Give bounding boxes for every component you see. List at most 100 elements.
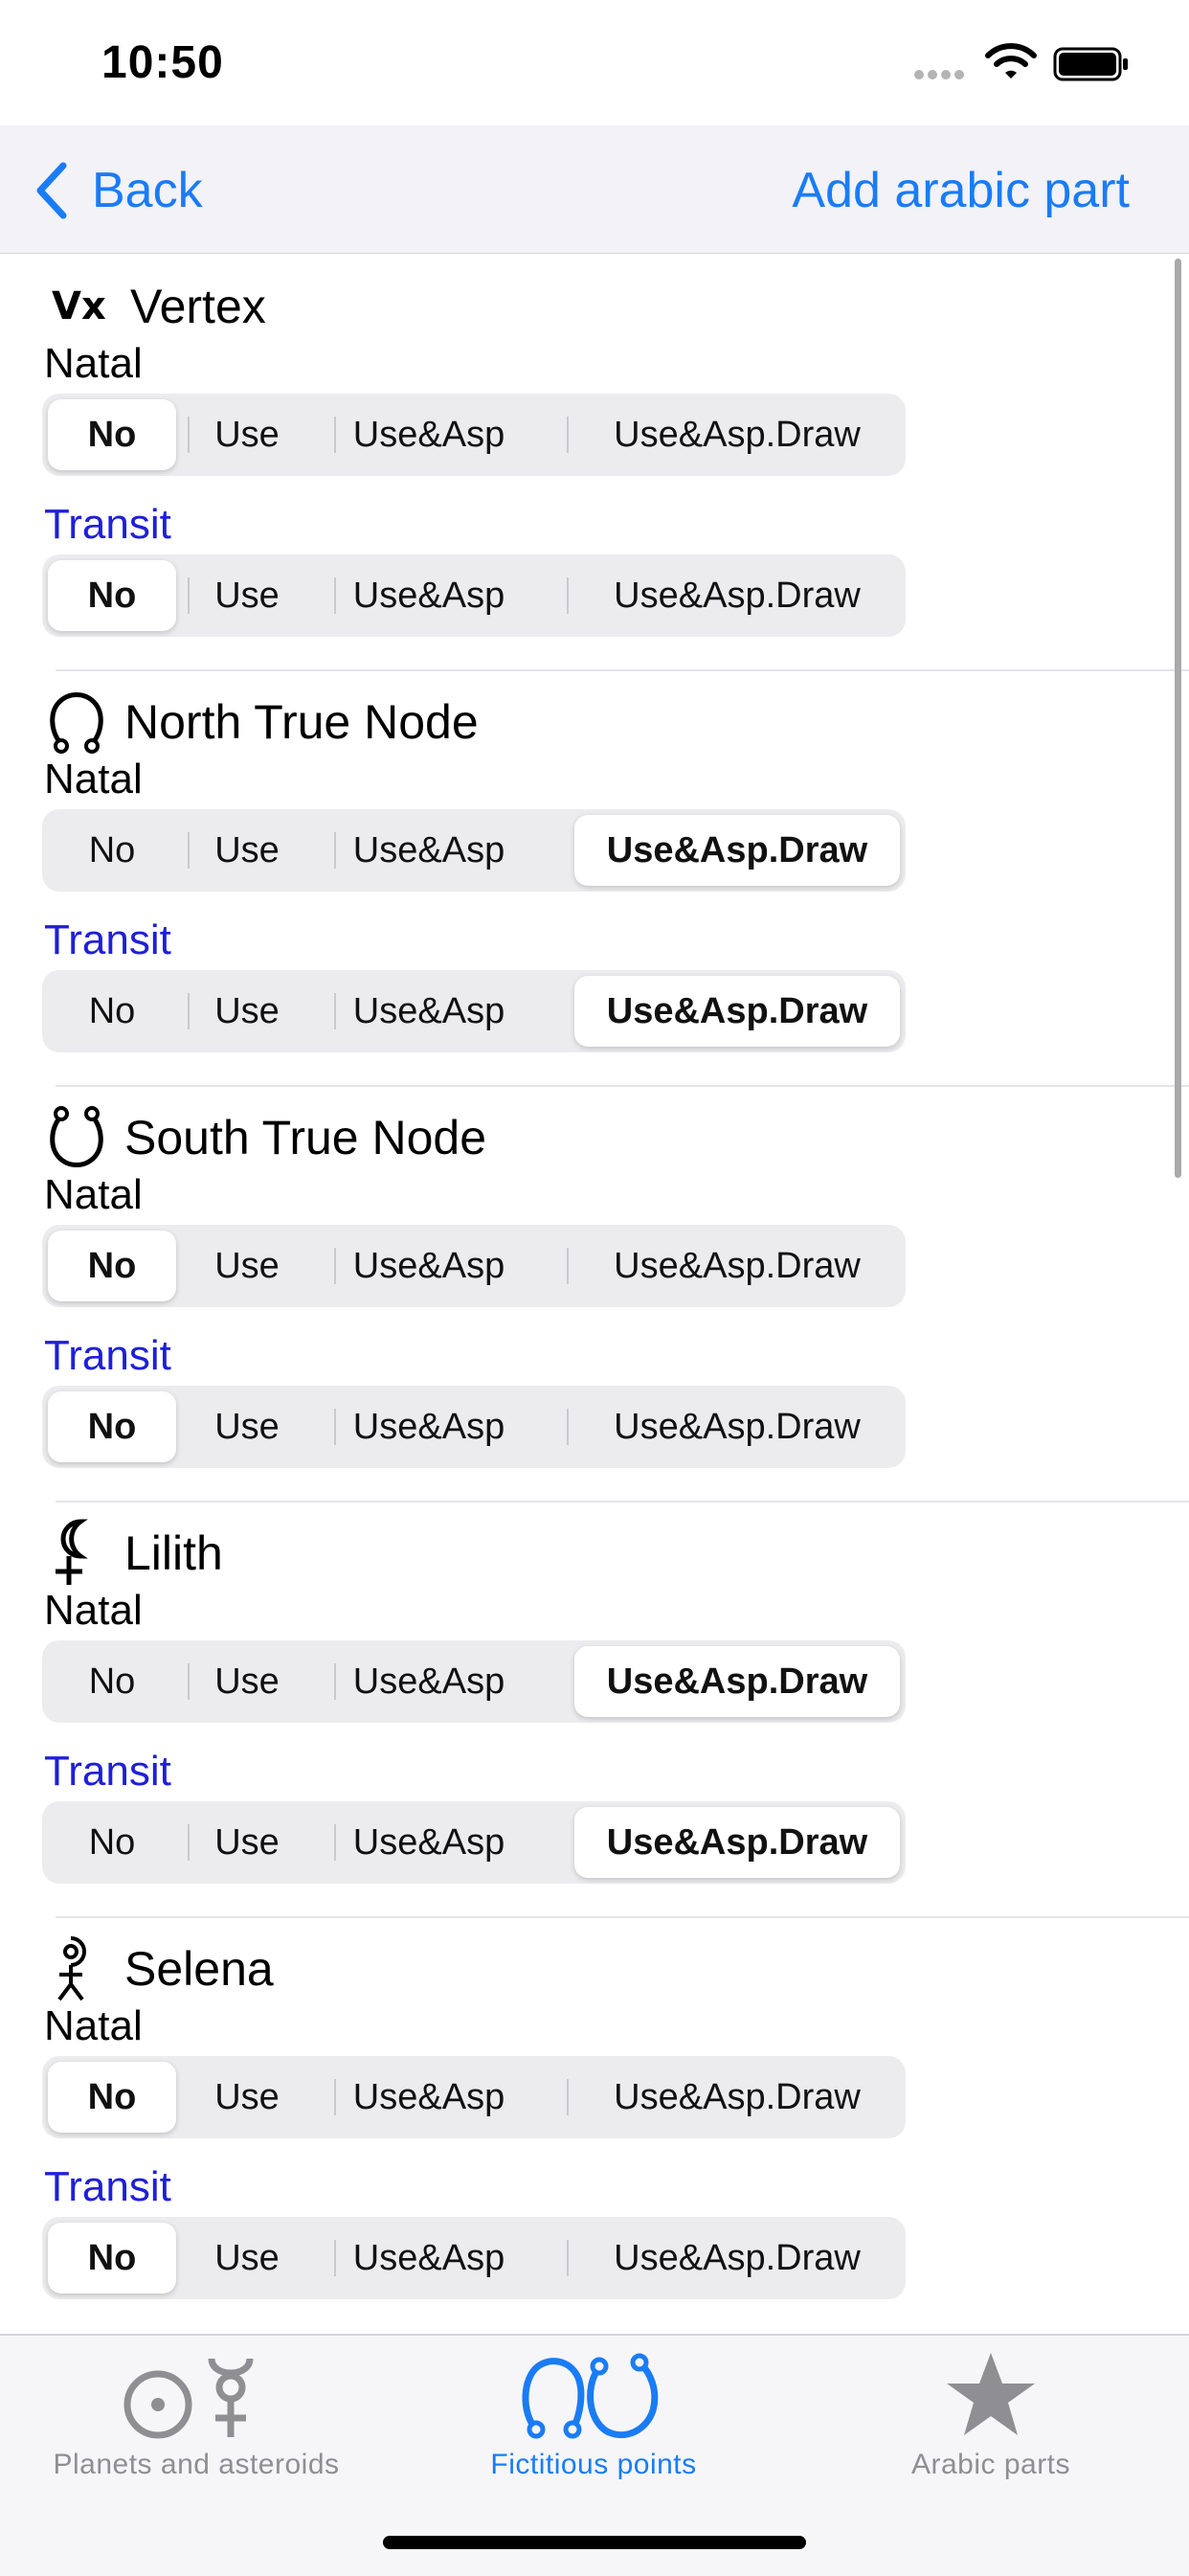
option-use-asp-draw[interactable]: Use&Asp.Draw (574, 560, 900, 631)
option-use[interactable]: Use (180, 815, 314, 886)
option-use-asp[interactable]: Use&Asp (318, 1807, 540, 1878)
item-header: South True Node (46, 1104, 486, 1171)
segment-divider (567, 577, 569, 614)
transit-segmented-control[interactable]: No Use Use&Asp Use&Asp.Draw (42, 2217, 906, 2299)
natal-label: Natal (44, 2002, 143, 2049)
scrollbar[interactable] (1175, 259, 1181, 1178)
status-bar: 10:50 (0, 0, 1189, 125)
natal-segmented-control[interactable]: No Use Use&Asp Use&Asp.Draw (42, 394, 906, 476)
signal-icon (914, 67, 968, 84)
transit-segmented-control[interactable]: No Use Use&Asp Use&Asp.Draw (42, 970, 906, 1052)
list-item-north-true-node: North True Node Natal No Use Use&Asp Use… (0, 669, 1189, 1086)
option-use[interactable]: Use (180, 1807, 314, 1878)
item-name: South True Node (124, 1111, 487, 1164)
navigation-bar: Back Add arabic part (0, 125, 1189, 254)
natal-label: Natal (44, 1587, 143, 1634)
option-use-asp-draw[interactable]: Use&Asp.Draw (574, 1807, 900, 1878)
option-no[interactable]: No (48, 1807, 176, 1878)
segment-divider (567, 2240, 569, 2276)
tab-arabic-parts[interactable]: Arabic parts (842, 2336, 1139, 2508)
list-item-vertex: Vx Vertex Natal No Use Use&Asp Use&Asp.D… (0, 254, 1189, 670)
tab-planets-and-asteroids[interactable]: Planets and asteroids (23, 2336, 370, 2508)
separator (56, 1916, 1189, 1918)
battery-icon (1053, 47, 1130, 86)
option-use[interactable]: Use (180, 976, 314, 1047)
home-indicator (383, 2536, 806, 2549)
north-node-icon (46, 689, 115, 756)
option-use[interactable]: Use (180, 399, 314, 470)
option-no[interactable]: No (48, 399, 176, 470)
option-use-asp[interactable]: Use&Asp (318, 2223, 540, 2294)
list-item-lilith: Lilith Natal No Use Use&Asp Use&Asp.Draw… (0, 1501, 1189, 1917)
option-use-asp-draw[interactable]: Use&Asp.Draw (574, 2062, 900, 2133)
fictitious-points-icon (517, 2336, 670, 2441)
option-no[interactable]: No (48, 2062, 176, 2133)
status-time: 10:50 (101, 37, 224, 88)
option-use-asp-draw[interactable]: Use&Asp.Draw (574, 2223, 900, 2294)
natal-segmented-control[interactable]: No Use Use&Asp Use&Asp.Draw (42, 2056, 906, 2138)
vertex-icon: Vx (52, 284, 106, 328)
tab-fictitious-points[interactable]: Fictitious points (440, 2336, 747, 2508)
option-use-asp[interactable]: Use&Asp (318, 976, 540, 1047)
option-use-asp-draw[interactable]: Use&Asp.Draw (574, 1646, 900, 1717)
option-no[interactable]: No (48, 1391, 176, 1462)
option-use-asp-draw[interactable]: Use&Asp.Draw (574, 1391, 900, 1462)
transit-segmented-control[interactable]: No Use Use&Asp Use&Asp.Draw (42, 1801, 906, 1884)
separator (56, 1501, 1189, 1503)
item-header: North True Node (46, 689, 479, 756)
option-use[interactable]: Use (180, 2062, 314, 2133)
segment-divider (567, 1409, 569, 1445)
segment-divider (567, 1248, 569, 1284)
tab-label: Planets and asteroids (53, 2449, 340, 2480)
back-button[interactable]: Back (34, 160, 203, 221)
option-use[interactable]: Use (180, 1231, 314, 1301)
natal-label: Natal (44, 756, 143, 802)
list-item-south-true-node: South True Node Natal No Use Use&Asp Use… (0, 1085, 1189, 1502)
option-use-asp-draw[interactable]: Use&Asp.Draw (574, 399, 900, 470)
option-use-asp-draw[interactable]: Use&Asp.Draw (574, 1231, 900, 1301)
option-use-asp-draw[interactable]: Use&Asp.Draw (574, 815, 900, 886)
option-use-asp[interactable]: Use&Asp (318, 1231, 540, 1301)
option-no[interactable]: No (48, 2223, 176, 2294)
segment-divider (567, 417, 569, 453)
option-use-asp[interactable]: Use&Asp (318, 1646, 540, 1717)
add-arabic-part-button[interactable]: Add arabic part (792, 160, 1130, 221)
natal-label: Natal (44, 340, 143, 387)
option-no[interactable]: No (48, 560, 176, 631)
option-no[interactable]: No (48, 976, 176, 1047)
option-no[interactable]: No (48, 1646, 176, 1717)
list-item-selena: Selena Natal No Use Use&Asp Use&Asp.Draw… (0, 1916, 1189, 2333)
option-use-asp[interactable]: Use&Asp (318, 399, 540, 470)
option-use-asp[interactable]: Use&Asp (318, 2062, 540, 2133)
transit-label: Transit (44, 2163, 171, 2210)
option-use-asp-draw[interactable]: Use&Asp.Draw (574, 976, 900, 1047)
lilith-icon (46, 1519, 115, 1587)
segment-divider (567, 2079, 569, 2115)
option-use[interactable]: Use (180, 1391, 314, 1462)
transit-segmented-control[interactable]: No Use Use&Asp Use&Asp.Draw (42, 554, 906, 637)
option-use-asp[interactable]: Use&Asp (318, 815, 540, 886)
natal-segmented-control[interactable]: No Use Use&Asp Use&Asp.Draw (42, 809, 906, 892)
star-icon (943, 2336, 1039, 2441)
transit-label: Transit (44, 1332, 171, 1379)
transit-label: Transit (44, 1748, 171, 1795)
fictitious-points-list[interactable]: Vx Vertex Natal No Use Use&Asp Use&Asp.D… (0, 254, 1189, 2334)
natal-segmented-control[interactable]: No Use Use&Asp Use&Asp.Draw (42, 1640, 906, 1723)
option-use[interactable]: Use (180, 1646, 314, 1717)
option-use[interactable]: Use (180, 560, 314, 631)
transit-segmented-control[interactable]: No Use Use&Asp Use&Asp.Draw (42, 1386, 906, 1468)
item-name: Lilith (124, 1526, 223, 1580)
option-use-asp[interactable]: Use&Asp (318, 560, 540, 631)
transit-label: Transit (44, 916, 171, 963)
planets-icon (120, 2336, 273, 2441)
item-name: North True Node (124, 695, 479, 749)
option-use[interactable]: Use (180, 2223, 314, 2294)
selena-icon (46, 1935, 115, 2002)
natal-segmented-control[interactable]: No Use Use&Asp Use&Asp.Draw (42, 1225, 906, 1307)
natal-label: Natal (44, 1171, 143, 1218)
option-no[interactable]: No (48, 1231, 176, 1301)
option-no[interactable]: No (48, 815, 176, 886)
tab-label: Arabic parts (910, 2449, 1071, 2480)
tab-label: Fictitious points (490, 2449, 697, 2480)
option-use-asp[interactable]: Use&Asp (318, 1391, 540, 1462)
